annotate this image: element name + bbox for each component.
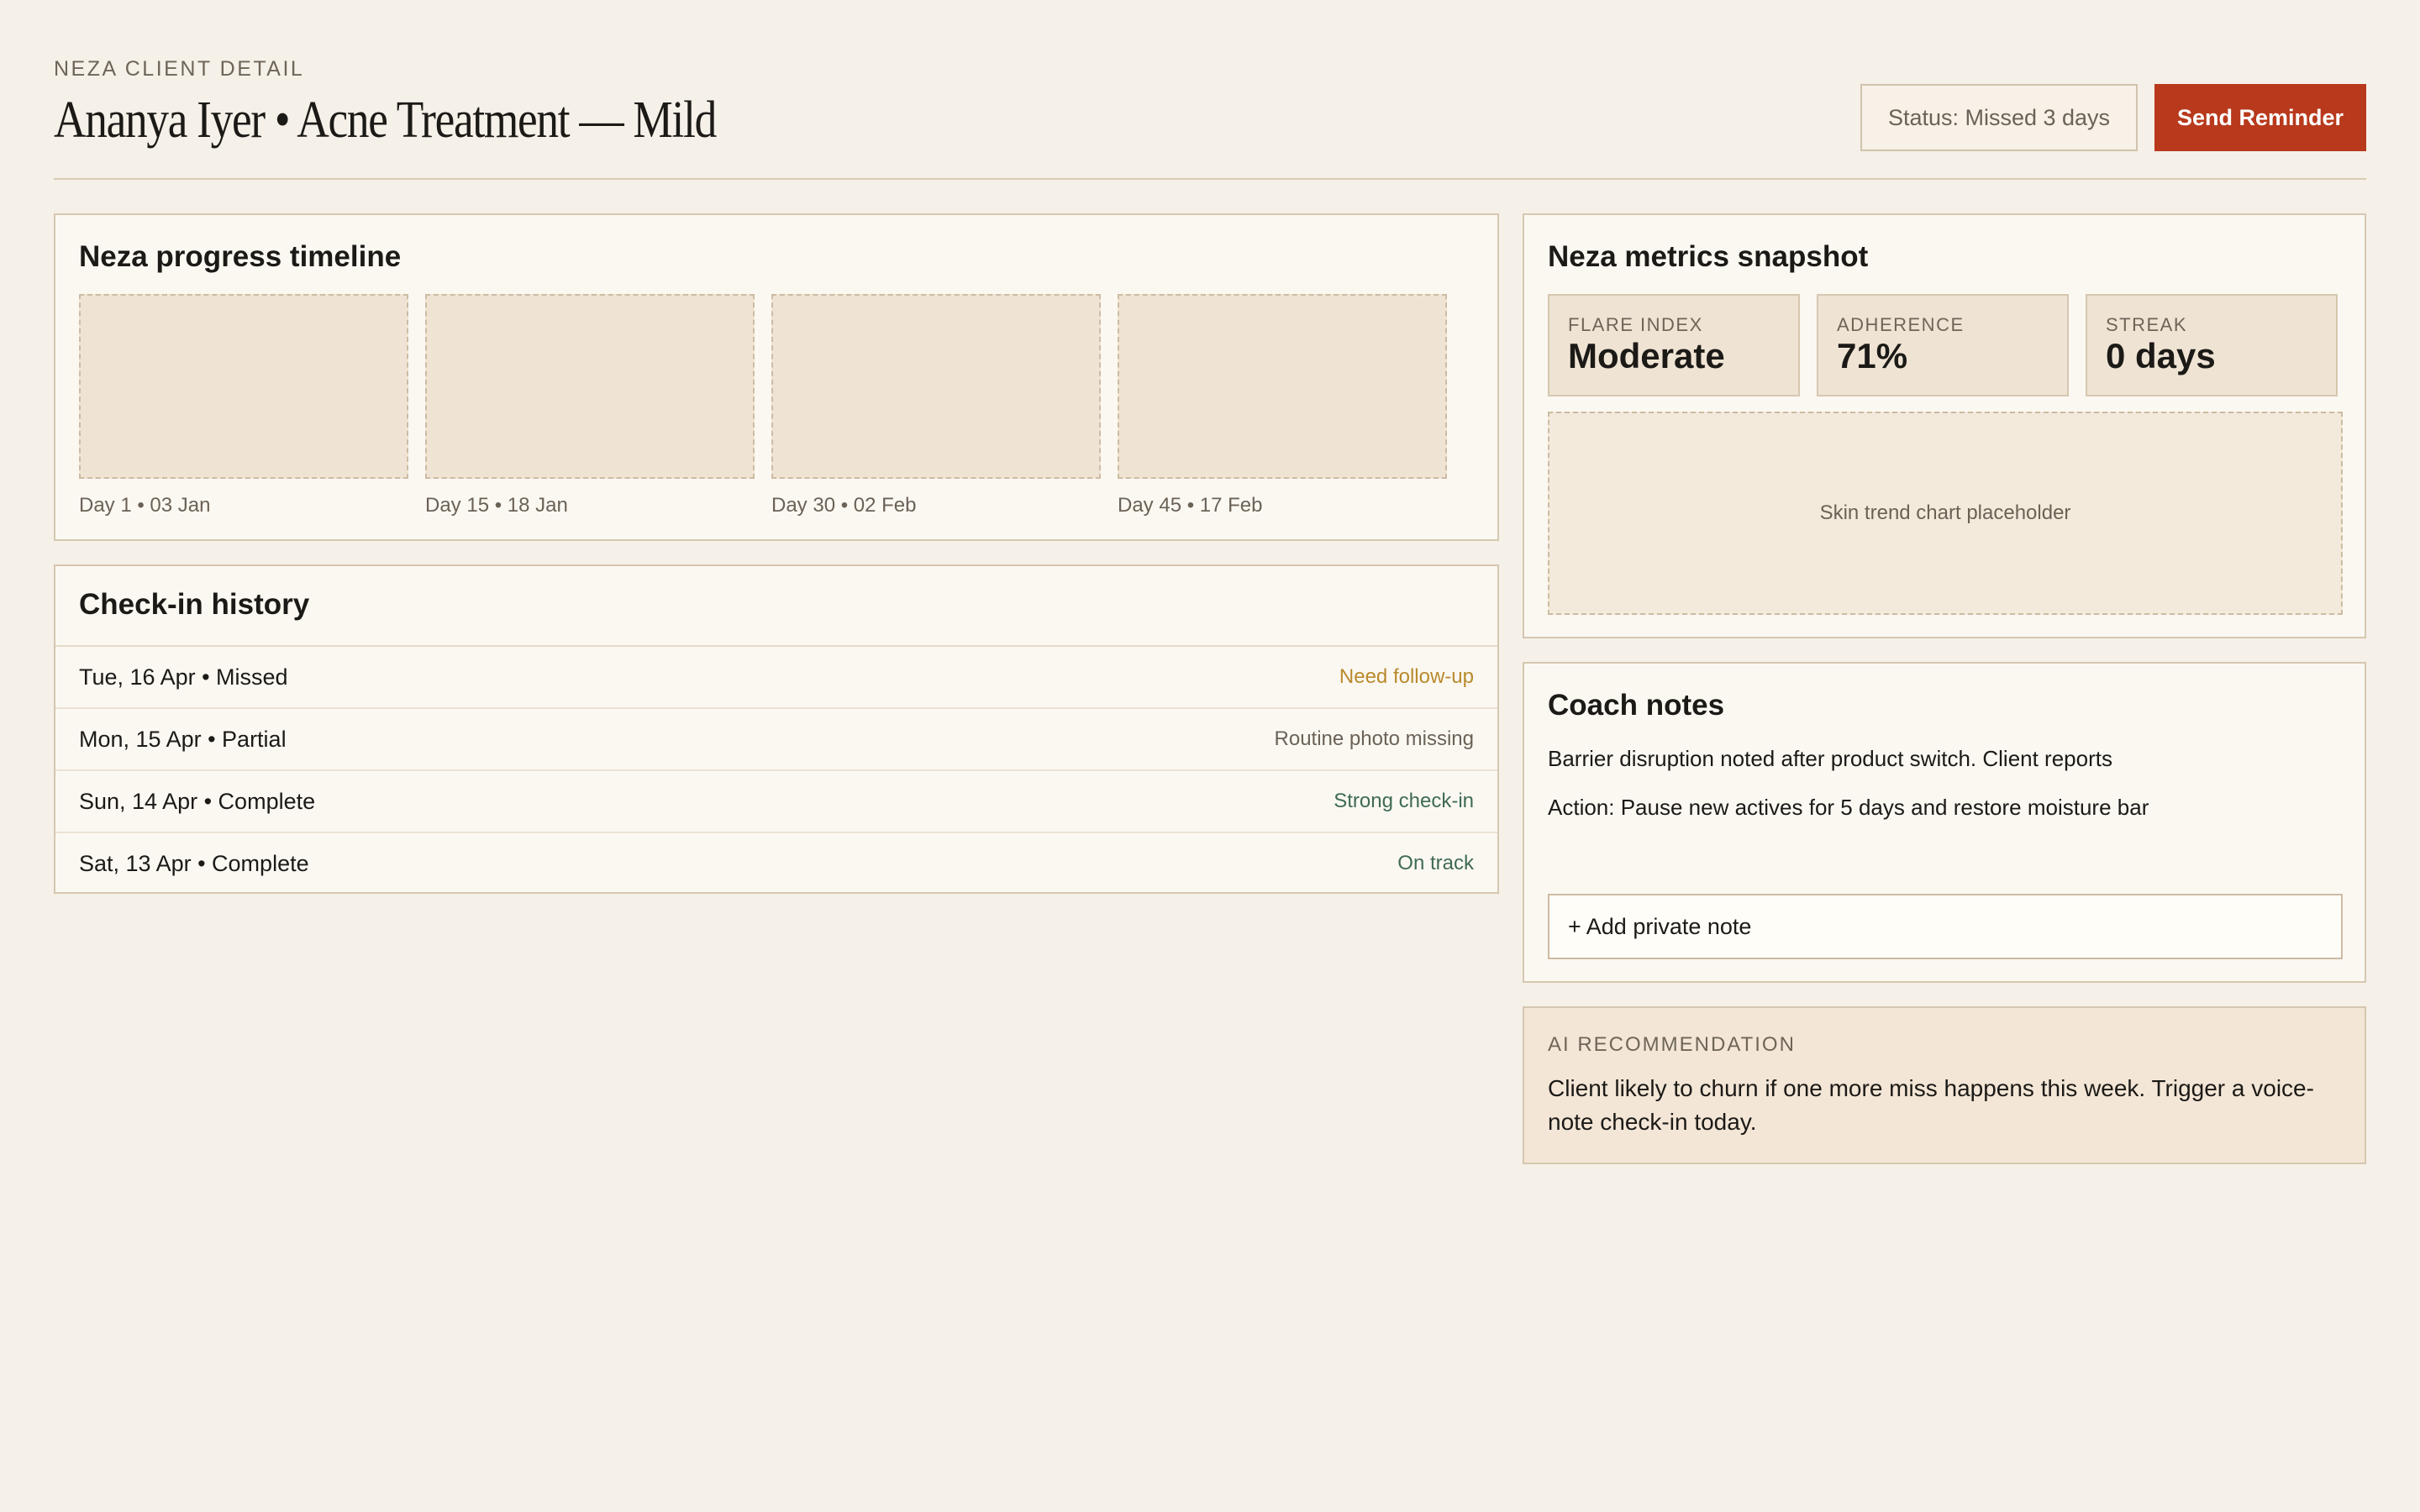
client-detail-page: NEZA CLIENT DETAIL Ananya Iyer • Acne Tr… (54, 54, 2366, 1164)
timeline-label-3: Day 30 • 02 Feb (771, 494, 917, 517)
ai-recommendation-card: AI RECOMMENDATION Client likely to churn… (1523, 1006, 2366, 1164)
history-row-date: Mon, 15 Apr • Partial (79, 727, 287, 752)
coach-notes-card: Coach notes Barrier disruption noted aft… (1523, 662, 2366, 983)
history-row-status: Need follow-up (1339, 665, 1474, 688)
timeline-photo-2[interactable] (425, 294, 755, 479)
history-row[interactable]: Tue, 16 Apr • Missed Need follow-up (55, 647, 1497, 709)
metric-label: FLARE INDEX (1568, 314, 1703, 335)
metrics-title: Neza metrics snapshot (1548, 240, 1869, 273)
page-header: NEZA CLIENT DETAIL Ananya Iyer • Acne Tr… (54, 54, 2366, 180)
ai-recommendation-label: AI RECOMMENDATION (1548, 1033, 1796, 1056)
metric-value: Moderate (1568, 336, 1725, 375)
metric-value: 71% (1837, 336, 1908, 375)
timeline-photo-3[interactable] (771, 294, 1101, 479)
note-line: Action: Pause new actives for 5 days and… (1548, 795, 2149, 820)
progress-timeline-card: Neza progress timeline Day 1 • 03 Jan Da… (54, 213, 1499, 541)
metric-label: ADHERENCE (1837, 314, 1965, 335)
timeline-label-4: Day 45 • 17 Feb (1118, 494, 1263, 517)
metric-streak: STREAK 0 days (2086, 294, 2338, 396)
history-list: Tue, 16 Apr • Missed Need follow-up Mon,… (55, 645, 1497, 895)
page-title: Ananya Iyer • Acne Treatment — Mild (54, 92, 717, 149)
timeline-label-1: Day 1 • 03 Jan (79, 494, 211, 517)
timeline-photo-1[interactable] (79, 294, 408, 479)
history-row[interactable]: Sun, 14 Apr • Complete Strong check-in (55, 771, 1497, 833)
history-row-status: On track (1397, 852, 1474, 874)
page-eyebrow: NEZA CLIENT DETAIL (54, 57, 305, 81)
skin-trend-chart-placeholder: Skin trend chart placeholder (1548, 412, 2343, 615)
checkin-history-card: Check-in history Tue, 16 Apr • Missed Ne… (54, 564, 1499, 894)
history-row-status: Routine photo missing (1274, 727, 1474, 750)
history-row-status: Strong check-in (1334, 790, 1474, 812)
metric-adherence: ADHERENCE 71% (1817, 294, 2069, 396)
history-row[interactable]: Sat, 13 Apr • Complete On track (55, 833, 1497, 895)
ai-recommendation-text: Client likely to churn if one more miss … (1548, 1075, 2314, 1135)
history-row-date: Sat, 13 Apr • Complete (79, 851, 309, 876)
add-private-note-button[interactable]: + Add private note (1548, 894, 2343, 959)
notes-title: Coach notes (1548, 689, 1725, 722)
note-line: Barrier disruption noted after product s… (1548, 746, 2112, 771)
history-row-date: Sun, 14 Apr • Complete (79, 789, 316, 814)
metric-value: 0 days (2106, 336, 2216, 375)
status-badge: Status: Missed 3 days (1860, 84, 2138, 151)
metric-flare-index: FLARE INDEX Moderate (1548, 294, 1800, 396)
metrics-snapshot-card: Neza metrics snapshot FLARE INDEX Modera… (1523, 213, 2366, 638)
timeline-title: Neza progress timeline (79, 240, 402, 273)
send-reminder-button[interactable]: Send Reminder (2154, 84, 2366, 151)
timeline-photo-4[interactable] (1118, 294, 1447, 479)
history-row-date: Tue, 16 Apr • Missed (79, 664, 288, 690)
history-row[interactable]: Mon, 15 Apr • Partial Routine photo miss… (55, 709, 1497, 771)
timeline-label-2: Day 15 • 18 Jan (425, 494, 568, 517)
metric-label: STREAK (2106, 314, 2188, 335)
history-title: Check-in history (79, 588, 310, 621)
